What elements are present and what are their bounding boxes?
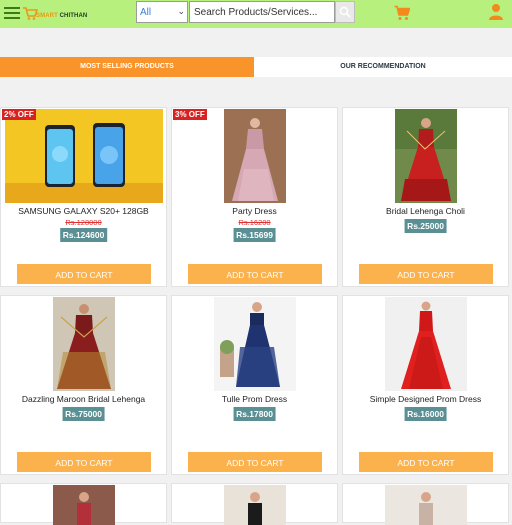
product-name[interactable]: Bridal Lehenga Choli [343,206,508,216]
product-card[interactable]: 3% OFF Party Dress Rs.16200 Rs.15699 ADD… [171,107,338,287]
menu-icon[interactable] [4,7,20,19]
product-card[interactable] [0,483,167,525]
product-card[interactable]: Bridal Lehenga Choli Rs.25000 ADD TO CAR… [342,107,509,287]
search-button[interactable] [335,1,355,23]
product-image[interactable] [53,485,115,525]
add-to-cart-button[interactable]: ADD TO CART [359,264,493,284]
product-image[interactable] [214,297,296,391]
product-image[interactable] [5,109,163,203]
category-select[interactable]: All ⌄ [136,1,188,23]
site-logo[interactable]: SMART CHITHAN [22,3,102,25]
product-price: Rs.16000 [404,407,447,421]
product-name[interactable]: Simple Designed Prom Dress [343,394,508,404]
product-image[interactable] [385,485,467,525]
product-card[interactable]: Simple Designed Prom Dress Rs.16000 ADD … [342,295,509,475]
logo-text: SMART CHITHAN [36,13,88,19]
product-price: Rs.25000 [404,219,447,233]
product-card[interactable]: Dazzling Maroon Bridal Lehenga Rs.75000 … [0,295,167,475]
product-card[interactable] [171,483,338,525]
product-name[interactable]: SAMSUNG GALAXY S20+ 128GB [1,206,166,216]
cart-icon[interactable] [394,5,410,21]
add-to-cart-button[interactable]: ADD TO CART [359,452,493,472]
product-tabs: MOST SELLING PRODUCTS OUR RECOMMENDATION [0,57,512,77]
category-select-value: All [140,7,152,18]
product-name[interactable]: Tulle Prom Dress [172,394,337,404]
add-to-cart-button[interactable]: ADD TO CART [188,452,322,472]
add-to-cart-button[interactable]: ADD TO CART [17,452,151,472]
product-price: Rs.75000 [62,407,105,421]
product-price: Rs.124600 [59,228,108,242]
top-navigation-bar: SMART CHITHAN All ⌄ [0,0,512,28]
product-image[interactable] [224,485,286,525]
chevron-down-icon: ⌄ [177,6,185,16]
product-image[interactable] [224,109,286,203]
product-name[interactable]: Dazzling Maroon Bridal Lehenga [1,394,166,404]
discount-badge: 2% OFF [2,109,36,120]
search-icon [339,6,351,18]
product-old-price: Rs.128000 [65,218,102,227]
add-to-cart-button[interactable]: ADD TO CART [188,264,322,284]
product-price: Rs.17800 [233,407,276,421]
tab-most-selling[interactable]: MOST SELLING PRODUCTS [0,57,254,77]
user-icon[interactable] [488,3,504,21]
add-to-cart-button[interactable]: ADD TO CART [17,264,151,284]
product-price: Rs.15699 [233,228,276,242]
product-card[interactable]: 2% OFF SAMSUNG GALAXY S20+ 128GB Rs.1280… [0,107,167,287]
product-card[interactable] [342,483,509,525]
product-image[interactable] [385,297,467,391]
tab-our-recommendation[interactable]: OUR RECOMMENDATION [254,57,512,77]
product-name[interactable]: Party Dress [172,206,337,216]
product-card[interactable]: Tulle Prom Dress Rs.17800 ADD TO CART [171,295,338,475]
search-input[interactable] [189,1,335,23]
product-image[interactable] [395,109,457,203]
product-old-price: Rs.16200 [238,218,271,227]
discount-badge: 3% OFF [173,109,207,120]
product-image[interactable] [53,297,115,391]
